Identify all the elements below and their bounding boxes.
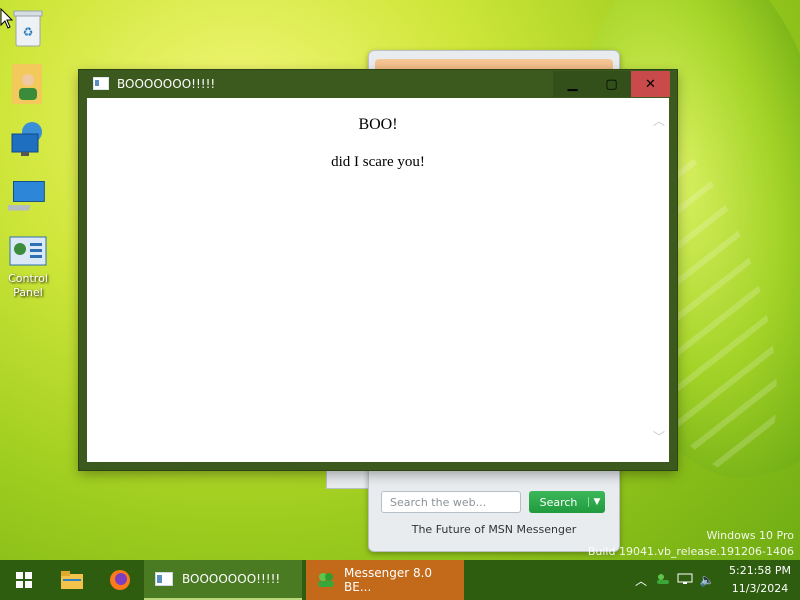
firefox-icon — [110, 570, 130, 590]
hidden-window-edge — [326, 470, 372, 489]
network-tray-icon[interactable] — [674, 573, 696, 588]
volume-icon[interactable]: 🔈 — [696, 573, 718, 587]
user-folder-icon[interactable] — [4, 64, 52, 104]
windows-watermark: Windows 10 Pro Build 19041.vb_release.19… — [588, 528, 794, 560]
boo-message: did I scare you! — [331, 154, 425, 170]
taskbar: BOOOOOOO!!!!! Messenger 8.0 BE... ︿ 🔈 5:… — [0, 560, 800, 600]
maximize-icon: ▢ — [605, 76, 618, 92]
title-bar[interactable]: BOOOOOOO!!!!! ▁ ▢ ✕ — [79, 70, 677, 97]
control-panel-label: Control Panel — [8, 272, 48, 299]
scroll-up-icon[interactable]: ︿ — [653, 115, 665, 127]
taskbar-item-boo[interactable]: BOOOOOOO!!!!! — [144, 560, 302, 600]
minimize-icon: ▁ — [567, 76, 578, 92]
clock[interactable]: 5:21:58 PM 11/3/2024 — [724, 562, 796, 598]
maximize-button[interactable]: ▢ — [592, 71, 631, 97]
file-explorer-button[interactable] — [48, 560, 96, 600]
chevron-down-icon[interactable]: ▼ — [588, 497, 605, 507]
close-icon: ✕ — [645, 76, 656, 92]
taskbar-item-messenger[interactable]: Messenger 8.0 BE... — [306, 560, 464, 600]
chevron-up-icon[interactable]: ︿ — [630, 572, 652, 589]
watermark-edition: Windows 10 Pro — [706, 529, 794, 542]
network-icon[interactable] — [4, 120, 52, 160]
control-panel-icon[interactable]: Control Panel — [4, 232, 52, 300]
system-tray: ︿ 🔈 5:21:58 PM 11/3/2024 — [630, 560, 800, 600]
clock-time: 5:21:58 PM — [728, 564, 792, 577]
minimize-button[interactable]: ▁ — [553, 71, 592, 97]
web-search-input[interactable]: Search the web... — [381, 491, 521, 513]
firefox-button[interactable] — [96, 560, 144, 600]
window-title: BOOOOOOO!!!!! — [117, 76, 216, 91]
taskbar-item-label: Messenger 8.0 BE... — [344, 566, 433, 594]
boo-heading: BOO! — [358, 116, 398, 133]
messenger-tagline: The Future of MSN Messenger — [411, 523, 577, 536]
messenger-tray-icon[interactable] — [652, 573, 674, 588]
messenger-buddy-icon — [318, 573, 334, 587]
this-pc-icon[interactable] — [4, 176, 52, 216]
watermark-build: Build 19041.vb_release.191206-1406 — [587, 545, 794, 558]
windows-logo-icon — [16, 572, 32, 588]
scroll-down-icon[interactable]: ﹀ — [653, 431, 665, 443]
app-window-icon — [93, 77, 109, 90]
close-button[interactable]: ✕ — [631, 71, 670, 97]
start-button[interactable] — [0, 560, 48, 600]
boo-dialog-window[interactable]: BOOOOOOO!!!!! ▁ ▢ ✕ BOO! did I scare you… — [79, 70, 677, 470]
mouse-cursor-icon — [0, 8, 14, 29]
clock-date: 11/3/2024 — [731, 582, 789, 595]
taskbar-item-label: BOOOOOOO!!!!! — [182, 572, 281, 586]
dialog-content: BOO! did I scare you! ︿ ﹀ — [87, 98, 669, 462]
folder-icon — [61, 571, 83, 589]
app-window-icon — [155, 572, 173, 586]
svg-text:♻: ♻ — [23, 25, 34, 39]
web-search-button[interactable]: Search ▼ — [529, 491, 605, 513]
web-search-button-label: Search — [539, 495, 578, 509]
